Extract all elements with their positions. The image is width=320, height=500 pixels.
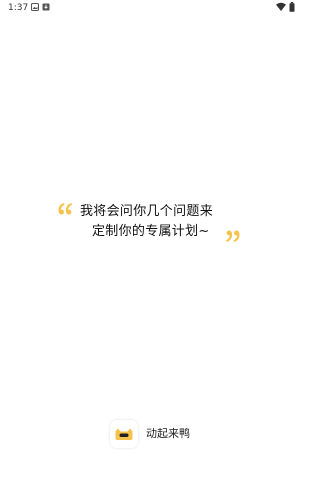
brand-footer: 动起来鸭 xyxy=(110,418,190,450)
gallery-icon xyxy=(31,3,39,11)
duck-logo-icon xyxy=(115,428,133,440)
splash-screen: 1:37 我将会问你几个问题来 定制你的专属计划~ 动起来鸭 xyxy=(0,0,300,500)
download-icon xyxy=(42,3,50,11)
battery-icon xyxy=(289,2,295,12)
close-quote-icon xyxy=(226,230,240,242)
intro-text-line-1: 我将会问你几个问题来 xyxy=(80,204,214,219)
status-time: 1:37 xyxy=(8,3,29,13)
wifi-icon xyxy=(276,2,286,11)
status-bar: 1:37 xyxy=(0,0,300,18)
app-name: 动起来鸭 xyxy=(146,427,190,440)
open-quote-icon xyxy=(58,203,72,215)
app-logo xyxy=(110,420,138,448)
intro-text-line-2: 定制你的专属计划~ xyxy=(92,224,210,239)
